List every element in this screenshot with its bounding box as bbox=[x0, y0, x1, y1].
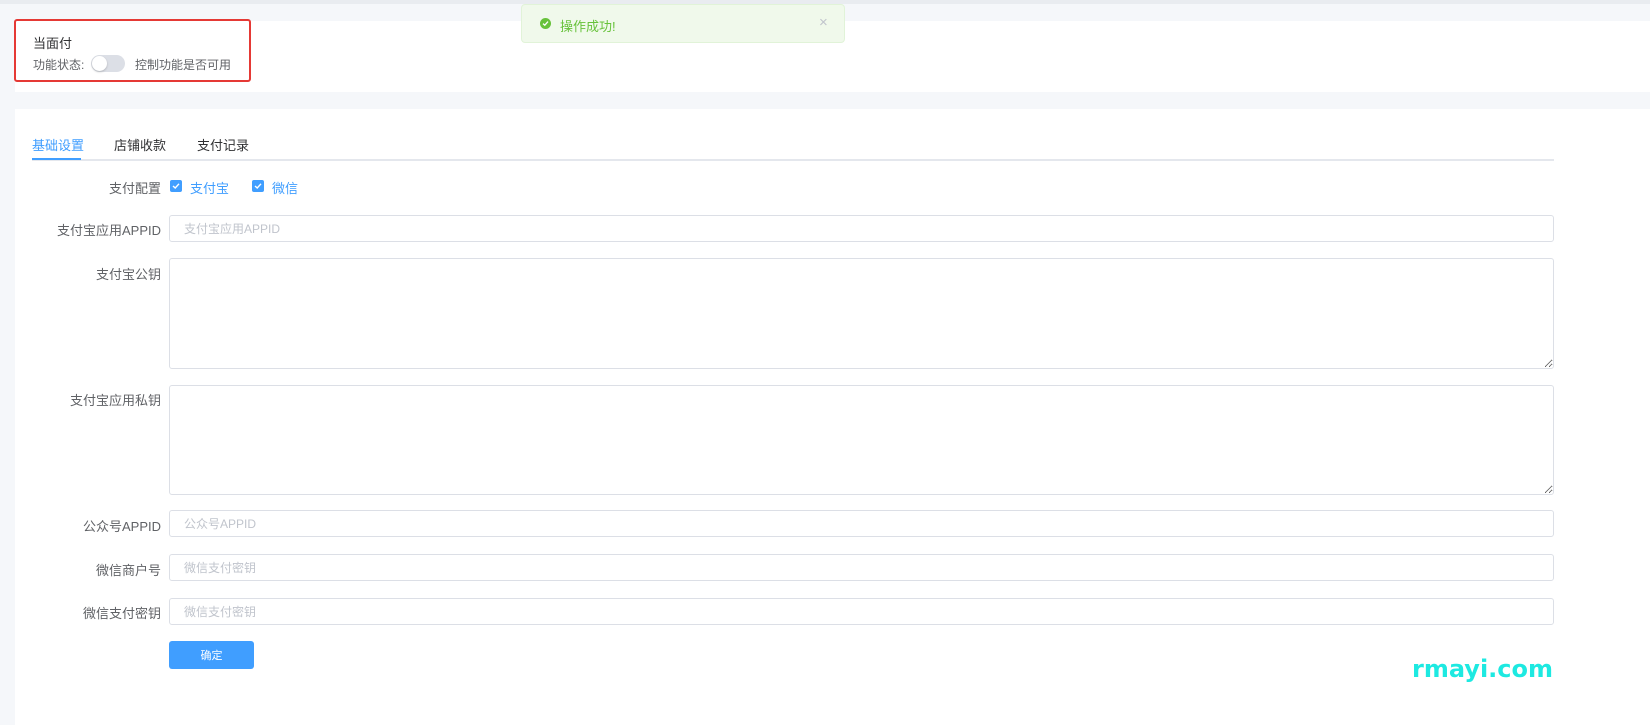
check-icon bbox=[254, 183, 262, 189]
wechat-checkbox-label[interactable]: 微信 bbox=[272, 178, 298, 197]
alipay-appid-label: 支付宝应用APPID bbox=[56, 223, 161, 238]
active-tab-indicator bbox=[32, 158, 81, 160]
alipay-public-key-textarea[interactable] bbox=[169, 258, 1554, 369]
tab-basic-settings[interactable]: 基础设置 bbox=[32, 135, 84, 154]
alipay-checkbox-label[interactable]: 支付宝 bbox=[190, 178, 229, 197]
success-toast: 操作成功! × bbox=[521, 4, 845, 43]
check-icon bbox=[172, 183, 180, 189]
toast-message: 操作成功! bbox=[560, 19, 616, 34]
switch-knob bbox=[92, 56, 107, 71]
switch-description: 控制功能是否可用 bbox=[135, 58, 232, 72]
wechat-checkbox[interactable] bbox=[252, 180, 264, 192]
watermark: rmayi.com bbox=[1412, 655, 1554, 683]
submit-button[interactable]: 确定 bbox=[169, 641, 254, 669]
tab-store-collection[interactable]: 店铺收款 bbox=[114, 135, 166, 154]
alipay-checkbox[interactable] bbox=[170, 180, 182, 192]
tab-payment-records[interactable]: 支付记录 bbox=[197, 135, 249, 154]
feature-status-switch[interactable] bbox=[91, 55, 125, 72]
close-icon[interactable]: × bbox=[819, 14, 828, 31]
mp-appid-label: 公众号APPID bbox=[82, 519, 161, 534]
wechat-merchant-id-input[interactable] bbox=[169, 554, 1554, 581]
alipay-private-key-textarea[interactable] bbox=[169, 385, 1554, 495]
alipay-appid-input[interactable] bbox=[169, 215, 1554, 242]
mp-appid-input[interactable] bbox=[169, 510, 1554, 537]
success-check-icon bbox=[540, 18, 551, 29]
wechat-pay-key-input[interactable] bbox=[169, 598, 1554, 625]
alipay-private-key-label: 支付宝应用私钥 bbox=[69, 393, 161, 408]
feature-title: 当面付 bbox=[33, 36, 73, 51]
payment-config-label: 支付配置 bbox=[108, 181, 161, 196]
alipay-public-key-label: 支付宝公钥 bbox=[95, 267, 161, 282]
feature-status-label: 功能状态: bbox=[33, 58, 85, 72]
wechat-pay-key-label: 微信支付密钥 bbox=[82, 606, 161, 621]
tabs-divider bbox=[32, 159, 1554, 161]
wechat-merchant-id-label: 微信商户号 bbox=[95, 563, 161, 578]
